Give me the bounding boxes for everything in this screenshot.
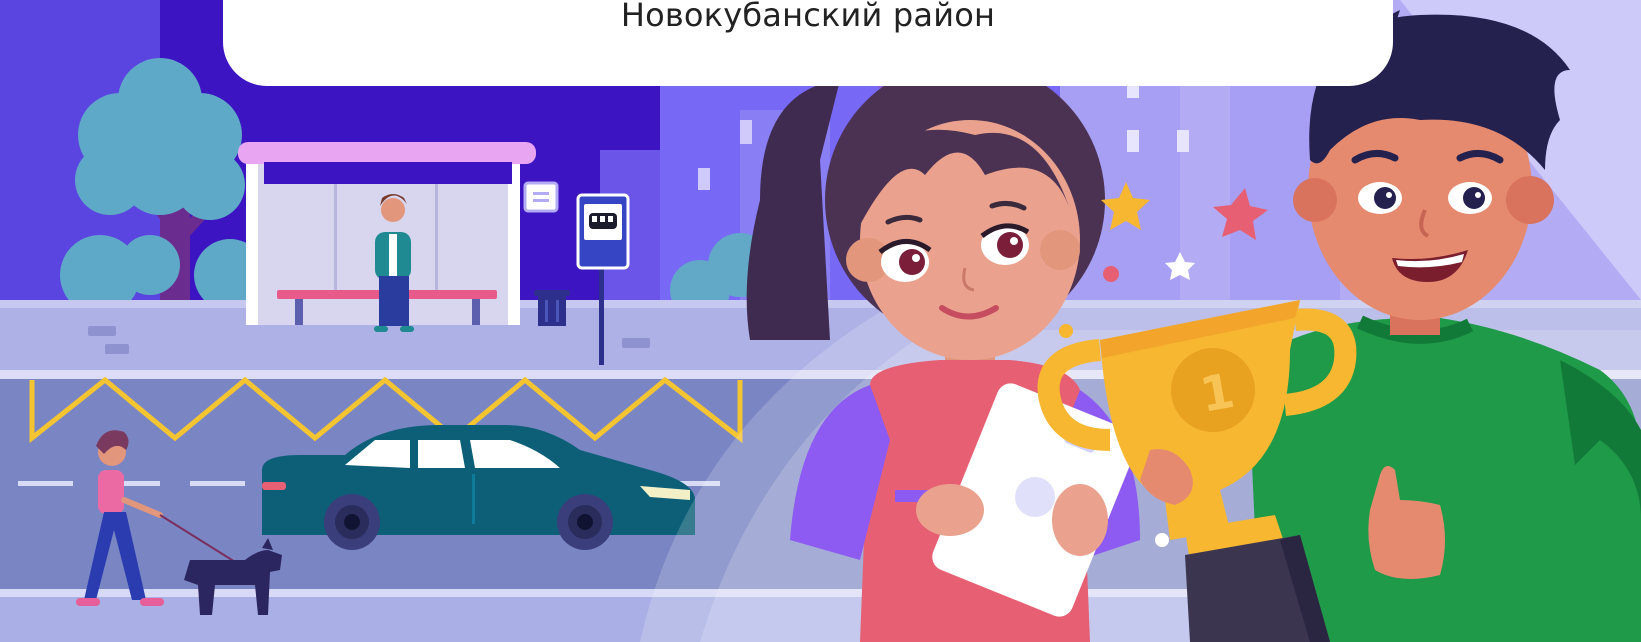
hero-illustration: 1 Новокубанский район [0, 0, 1641, 642]
illustration-canvas: 1 [0, 0, 1641, 642]
page-title: Новокубанский район [620, 0, 996, 34]
paving-stone [88, 326, 116, 336]
title-card: Новокубанский район [223, 0, 1393, 86]
info-panel [523, 181, 559, 213]
paving-stone [622, 338, 650, 348]
trash-bin-icon [534, 290, 570, 326]
paving-stone [105, 344, 129, 354]
